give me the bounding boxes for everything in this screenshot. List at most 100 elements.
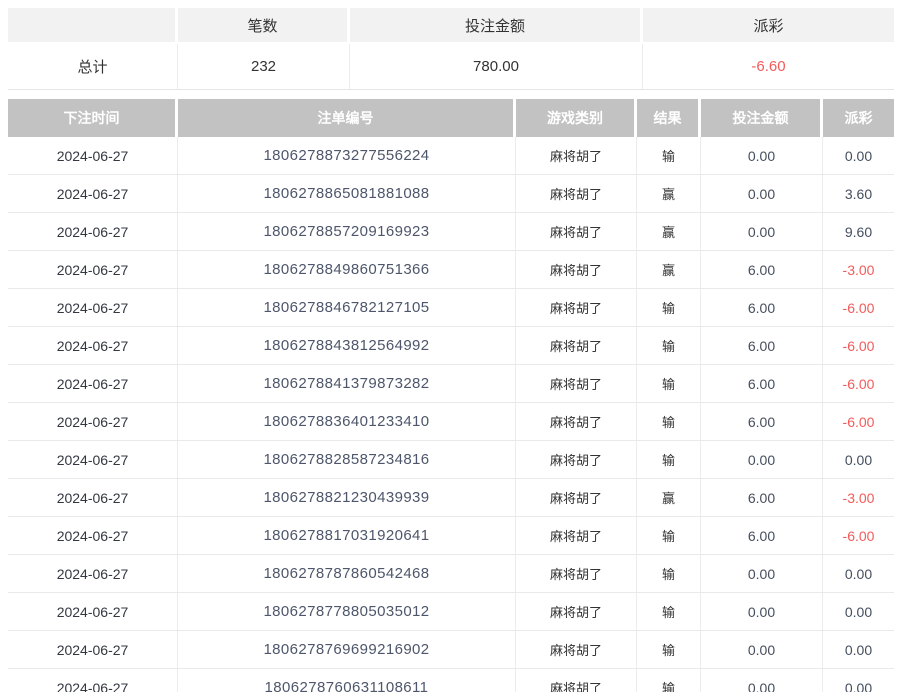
table-row: 2024-06-27 1806278865081881088 麻将胡了 赢 0.… [8, 175, 894, 213]
bet-time-cell: 2024-06-27 [8, 517, 178, 554]
bet-amount-cell: 0.00 [701, 175, 823, 212]
payout-cell: -6.00 [823, 365, 894, 402]
header-game-type: 游戏类别 [516, 99, 637, 137]
summary-header-row: 笔数 投注金额 派彩 [8, 8, 894, 42]
bet-time-cell: 2024-06-27 [8, 213, 178, 250]
bet-id-cell: 1806278787860542468 [178, 555, 516, 592]
summary-header-bet-amount: 投注金额 [350, 8, 643, 42]
summary-header-spacer [8, 8, 178, 42]
bet-amount-cell: 0.00 [701, 213, 823, 250]
result-cell: 输 [637, 137, 701, 174]
bet-amount-cell: 6.00 [701, 365, 823, 402]
bet-amount-cell: 6.00 [701, 403, 823, 440]
bet-amount-cell: 0.00 [701, 137, 823, 174]
bet-id-cell: 1806278873277556224 [178, 137, 516, 174]
bet-amount-cell: 0.00 [701, 593, 823, 630]
bet-time-cell: 2024-06-27 [8, 327, 178, 364]
game-type-cell: 麻将胡了 [516, 289, 637, 326]
table-row: 2024-06-27 1806278836401233410 麻将胡了 输 6.… [8, 403, 894, 441]
result-cell: 输 [637, 593, 701, 630]
bet-amount-cell: 0.00 [701, 441, 823, 478]
bet-time-cell: 2024-06-27 [8, 669, 178, 692]
bet-table-body: 2024-06-27 1806278873277556224 麻将胡了 输 0.… [8, 137, 894, 692]
game-type-cell: 麻将胡了 [516, 593, 637, 630]
payout-cell: -3.00 [823, 479, 894, 516]
game-type-cell: 麻将胡了 [516, 365, 637, 402]
result-cell: 赢 [637, 251, 701, 288]
table-row: 2024-06-27 1806278778805035012 麻将胡了 输 0.… [8, 593, 894, 631]
result-cell: 赢 [637, 479, 701, 516]
result-cell: 输 [637, 441, 701, 478]
bet-amount-cell: 6.00 [701, 251, 823, 288]
bet-id-cell: 1806278828587234816 [178, 441, 516, 478]
bet-id-cell: 1806278769699216902 [178, 631, 516, 668]
bet-time-cell: 2024-06-27 [8, 251, 178, 288]
result-cell: 赢 [637, 213, 701, 250]
result-cell: 输 [637, 289, 701, 326]
summary-total-row: 总计 232 780.00 -6.60 [8, 44, 894, 90]
table-row: 2024-06-27 1806278821230439939 麻将胡了 赢 6.… [8, 479, 894, 517]
summary-total-label: 总计 [8, 44, 178, 89]
payout-cell: 0.00 [823, 555, 894, 592]
payout-cell: -6.00 [823, 327, 894, 364]
bet-id-cell: 1806278865081881088 [178, 175, 516, 212]
summary-payout-value: -6.60 [643, 44, 894, 89]
bet-amount-cell: 0.00 [701, 669, 823, 692]
bet-time-cell: 2024-06-27 [8, 289, 178, 326]
table-row: 2024-06-27 1806278787860542468 麻将胡了 输 0.… [8, 555, 894, 593]
payout-cell: -6.00 [823, 289, 894, 326]
table-row: 2024-06-27 1806278817031920641 麻将胡了 输 6.… [8, 517, 894, 555]
bet-id-cell: 1806278857209169923 [178, 213, 516, 250]
bet-time-cell: 2024-06-27 [8, 175, 178, 212]
bet-time-cell: 2024-06-27 [8, 479, 178, 516]
game-type-cell: 麻将胡了 [516, 137, 637, 174]
summary-count-value: 232 [178, 44, 350, 89]
game-type-cell: 麻将胡了 [516, 403, 637, 440]
table-row: 2024-06-27 1806278760631108611 麻将胡了 输 0.… [8, 669, 894, 692]
payout-cell: -6.00 [823, 517, 894, 554]
header-bet-amount: 投注金额 [701, 99, 823, 137]
result-cell: 输 [637, 669, 701, 692]
result-cell: 输 [637, 631, 701, 668]
table-row: 2024-06-27 1806278769699216902 麻将胡了 输 0.… [8, 631, 894, 669]
header-bet-id: 注单编号 [178, 99, 516, 137]
betting-records-page: 笔数 投注金额 派彩 总计 232 780.00 -6.60 下注时间 注单编号… [0, 0, 902, 692]
bet-id-cell: 1806278836401233410 [178, 403, 516, 440]
table-row: 2024-06-27 1806278857209169923 麻将胡了 赢 0.… [8, 213, 894, 251]
payout-cell: 0.00 [823, 137, 894, 174]
bet-amount-cell: 6.00 [701, 327, 823, 364]
bet-time-cell: 2024-06-27 [8, 631, 178, 668]
bet-time-cell: 2024-06-27 [8, 137, 178, 174]
bet-time-cell: 2024-06-27 [8, 365, 178, 402]
bet-id-cell: 1806278760631108611 [178, 669, 516, 692]
header-result: 结果 [637, 99, 701, 137]
bet-records-table: 下注时间 注单编号 游戏类别 结果 投注金额 派彩 2024-06-27 180… [8, 99, 894, 692]
bet-time-cell: 2024-06-27 [8, 441, 178, 478]
payout-cell: 0.00 [823, 669, 894, 692]
table-row: 2024-06-27 1806278849860751366 麻将胡了 赢 6.… [8, 251, 894, 289]
bet-id-cell: 1806278821230439939 [178, 479, 516, 516]
table-row: 2024-06-27 1806278846782127105 麻将胡了 输 6.… [8, 289, 894, 327]
summary-bet-amount-value: 780.00 [350, 44, 643, 89]
payout-cell: 3.60 [823, 175, 894, 212]
result-cell: 输 [637, 403, 701, 440]
table-row: 2024-06-27 1806278873277556224 麻将胡了 输 0.… [8, 137, 894, 175]
game-type-cell: 麻将胡了 [516, 213, 637, 250]
bet-amount-cell: 6.00 [701, 289, 823, 326]
bet-id-cell: 1806278841379873282 [178, 365, 516, 402]
game-type-cell: 麻将胡了 [516, 555, 637, 592]
header-payout: 派彩 [823, 99, 894, 137]
table-row: 2024-06-27 1806278828587234816 麻将胡了 输 0.… [8, 441, 894, 479]
result-cell: 赢 [637, 175, 701, 212]
bet-time-cell: 2024-06-27 [8, 593, 178, 630]
bet-time-cell: 2024-06-27 [8, 403, 178, 440]
bet-table-header-row: 下注时间 注单编号 游戏类别 结果 投注金额 派彩 [8, 99, 894, 137]
result-cell: 输 [637, 517, 701, 554]
game-type-cell: 麻将胡了 [516, 479, 637, 516]
payout-cell: -3.00 [823, 251, 894, 288]
game-type-cell: 麻将胡了 [516, 631, 637, 668]
summary-header-payout: 派彩 [643, 8, 894, 42]
bet-id-cell: 1806278778805035012 [178, 593, 516, 630]
bet-time-cell: 2024-06-27 [8, 555, 178, 592]
table-row: 2024-06-27 1806278843812564992 麻将胡了 输 6.… [8, 327, 894, 365]
